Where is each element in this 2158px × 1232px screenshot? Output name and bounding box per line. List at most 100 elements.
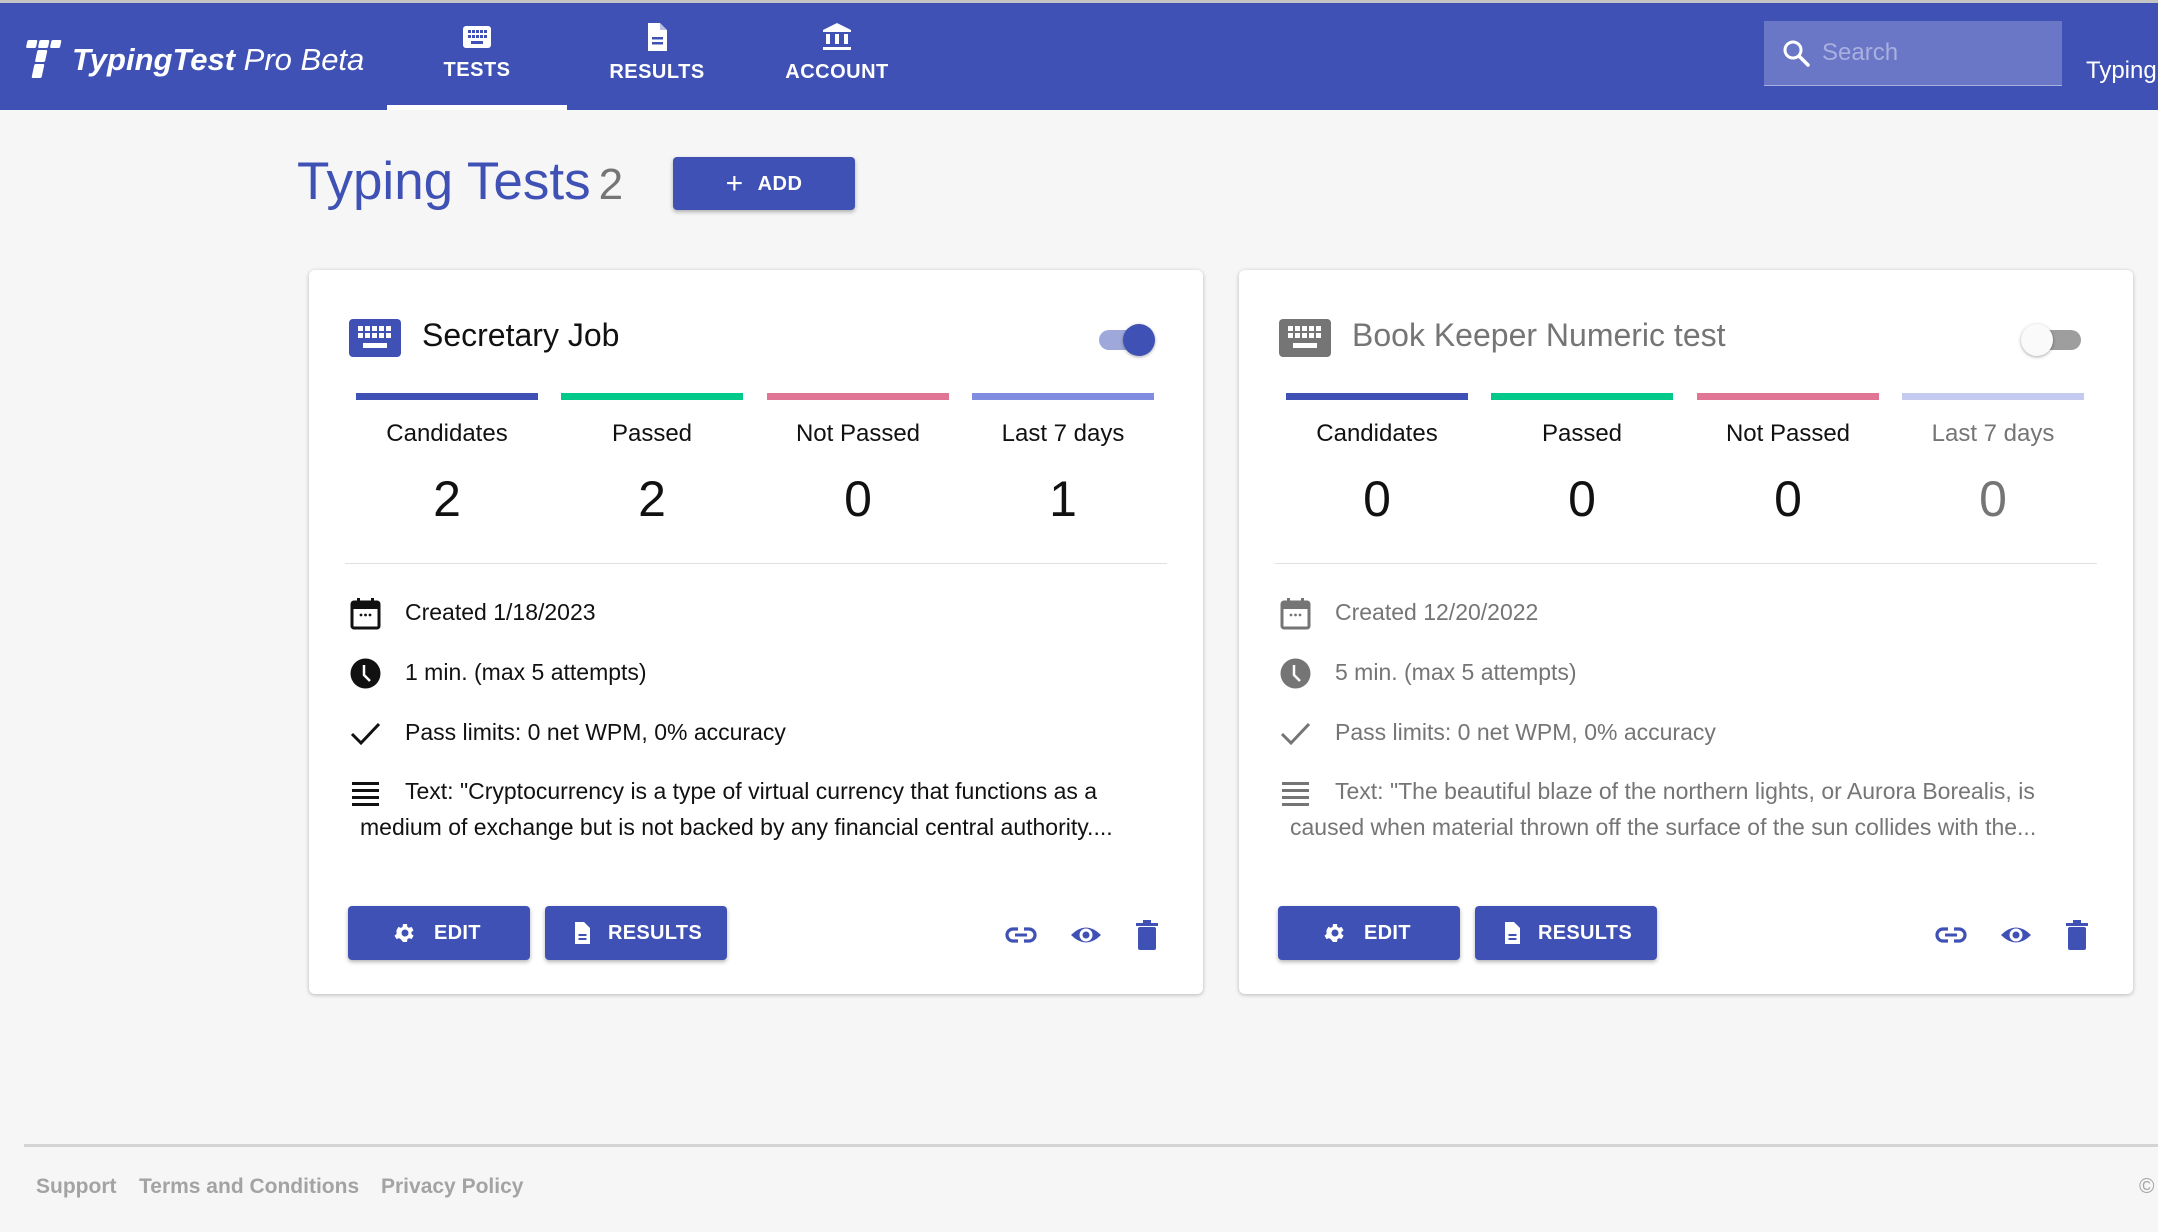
clock-icon — [350, 658, 381, 689]
typingtest-logo-icon — [26, 40, 62, 78]
toggle-thumb — [1123, 324, 1155, 356]
toggle-thumb — [2021, 324, 2053, 356]
keyboard-icon — [349, 319, 401, 357]
delete-trash-icon[interactable] — [1130, 918, 1164, 952]
search-icon — [1783, 40, 1810, 67]
stat-bar — [561, 393, 743, 400]
page-title: Typing Tests 2 — [297, 151, 623, 212]
created-date: Created 12/20/2022 — [1335, 599, 1539, 625]
document-icon — [575, 922, 590, 944]
copyright: © — [2139, 1175, 2155, 1198]
stat-value: 0 — [1774, 471, 1802, 527]
bank-icon — [823, 23, 851, 50]
stat-last-7-days: Last 7 days 0 — [1902, 393, 2084, 528]
stat-bar — [1697, 393, 1879, 400]
edit-button[interactable]: EDIT — [1278, 906, 1460, 960]
search-input[interactable] — [1822, 33, 2052, 73]
stat-bar — [767, 393, 949, 400]
calendar-icon — [1280, 598, 1311, 630]
gear-icon — [1324, 924, 1344, 942]
test-duration: 5 min. (max 5 attempts) — [1335, 659, 1577, 685]
footer-link-support[interactable]: Support — [36, 1175, 116, 1199]
test-text-preview: Text: "Cryptocurrency is a type of virtu… — [360, 778, 1113, 840]
add-label: ADD — [757, 172, 803, 195]
stat-bar — [356, 393, 538, 400]
test-stats: Candidates 2 Passed 2 Not Passed 0 Last … — [356, 393, 1176, 533]
results-button[interactable]: RESULTS — [1475, 906, 1657, 960]
test-stats: Candidates 0 Passed 0 Not Passed 0 Last … — [1286, 393, 2106, 533]
stat-value: 0 — [1363, 471, 1391, 527]
active-tab-indicator — [387, 105, 567, 110]
stat-candidates: Candidates 2 — [356, 393, 538, 528]
brand-name: TypingTest — [72, 42, 236, 77]
stat-label: Passed — [1541, 420, 1623, 447]
stat-bar — [1902, 393, 2084, 400]
copy-link-icon[interactable] — [1004, 918, 1038, 952]
stat-passed: Passed 2 — [561, 393, 743, 528]
delete-trash-icon[interactable] — [2060, 918, 2094, 952]
stat-label: Last 7 days — [1001, 420, 1125, 447]
footer-link-terms[interactable]: Terms and Conditions — [139, 1175, 359, 1199]
gear-icon — [394, 924, 414, 942]
stat-bar — [1286, 393, 1468, 400]
test-card: Secretary Job Candidates 2 Passed 2 Not … — [309, 270, 1203, 994]
stat-value: 0 — [844, 471, 872, 527]
tab-results[interactable]: RESULTS — [567, 3, 747, 110]
search-box[interactable] — [1764, 21, 2062, 86]
preview-eye-icon[interactable] — [1999, 918, 2033, 952]
app-brand[interactable]: TypingTest Pro Beta — [72, 42, 364, 78]
stat-not-passed: Not Passed 0 — [1697, 393, 1879, 528]
stat-label: Not Passed — [1725, 420, 1851, 447]
footer-divider — [24, 1144, 2158, 1147]
tab-tests[interactable]: TESTS — [387, 3, 567, 110]
stat-label: Candidates — [1316, 420, 1438, 447]
calendar-icon — [350, 598, 381, 630]
edit-label: EDIT — [434, 922, 481, 944]
edit-button[interactable]: EDIT — [348, 906, 530, 960]
document-icon — [648, 23, 667, 51]
tab-account[interactable]: ACCOUNT — [747, 3, 927, 110]
test-title[interactable]: Secretary Job — [422, 317, 619, 354]
test-enabled-toggle[interactable] — [1095, 318, 1155, 358]
stat-label: Candidates — [386, 420, 508, 447]
preview-eye-icon[interactable] — [1069, 918, 1103, 952]
stat-label: Last 7 days — [1931, 420, 2055, 447]
tab-tests-label: TESTS — [443, 59, 511, 81]
document-icon — [1505, 922, 1520, 944]
stat-last-7-days: Last 7 days 1 — [972, 393, 1154, 528]
page-title-text: Typing Tests — [297, 152, 591, 211]
tab-results-label: RESULTS — [609, 61, 705, 83]
clock-icon — [1280, 658, 1311, 689]
test-text-preview: Text: "The beautiful blaze of the northe… — [1290, 778, 2037, 840]
stat-bar — [1491, 393, 1673, 400]
edit-label: EDIT — [1364, 922, 1411, 944]
stat-value: 0 — [1568, 471, 1596, 527]
pass-limits: Pass limits: 0 net WPM, 0% accuracy — [1335, 719, 1716, 745]
test-enabled-toggle[interactable] — [2021, 318, 2081, 358]
stat-not-passed: Not Passed 0 — [767, 393, 949, 528]
stat-bar — [972, 393, 1154, 400]
user-menu[interactable]: Typing — [2086, 57, 2157, 85]
add-test-button[interactable]: + ADD — [673, 157, 855, 210]
checkmark-icon — [1280, 722, 1311, 746]
checkmark-icon — [350, 722, 381, 746]
test-title[interactable]: Book Keeper Numeric test — [1352, 317, 1726, 354]
test-duration: 1 min. (max 5 attempts) — [405, 659, 647, 685]
results-label: RESULTS — [1538, 922, 1632, 944]
plus-icon: + — [725, 166, 744, 200]
card-divider — [345, 563, 1167, 564]
tab-account-label: ACCOUNT — [785, 61, 889, 83]
card-divider — [1275, 563, 2097, 564]
copy-link-icon[interactable] — [1934, 918, 1968, 952]
stat-value: 0 — [1979, 471, 2007, 527]
footer-link-privacy[interactable]: Privacy Policy — [381, 1175, 523, 1199]
keyboard-icon — [463, 26, 491, 48]
stat-value: 2 — [433, 471, 461, 527]
stat-label: Passed — [611, 420, 693, 447]
results-button[interactable]: RESULTS — [545, 906, 727, 960]
brand-suffix: Pro Beta — [235, 42, 365, 77]
tests-count: 2 — [598, 160, 624, 209]
stat-label: Not Passed — [795, 420, 921, 447]
pass-limits: Pass limits: 0 net WPM, 0% accuracy — [405, 719, 786, 745]
created-date: Created 1/18/2023 — [405, 599, 596, 625]
